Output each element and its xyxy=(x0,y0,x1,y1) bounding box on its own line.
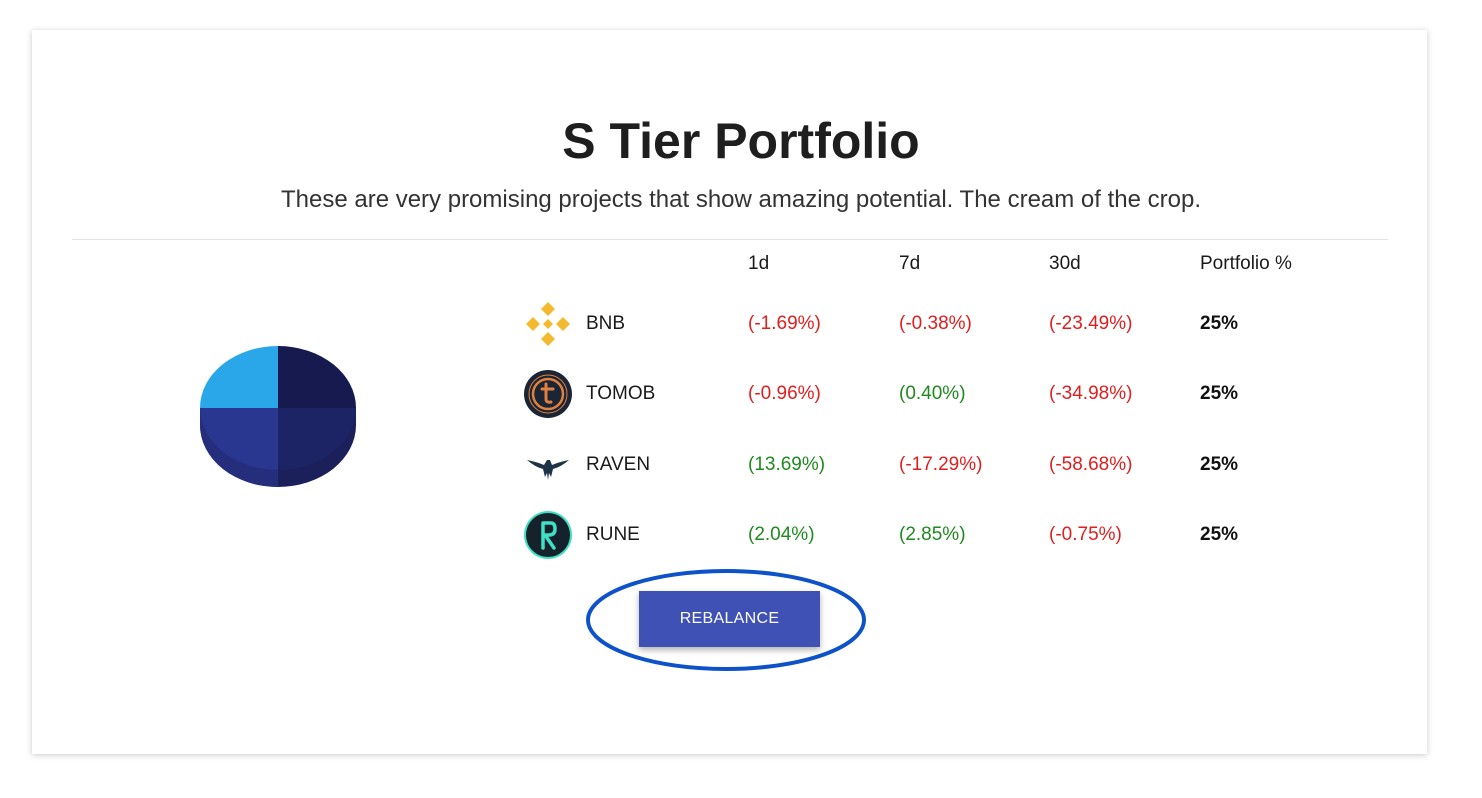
page-subtitle: These are very promising projects that s… xyxy=(280,186,1201,213)
change-30d: (-0.75%) xyxy=(1049,524,1122,545)
change-7d: (-0.38%) xyxy=(899,313,972,334)
pie-slice-bnb xyxy=(278,346,356,408)
column-header-30d: 30d xyxy=(1049,253,1081,274)
change-30d: (-23.49%) xyxy=(1049,313,1133,334)
portfolio-percent: 25% xyxy=(1200,383,1239,404)
rune-icon xyxy=(524,511,572,559)
change-1d: (-1.69%) xyxy=(748,313,821,334)
pie-slice-raven xyxy=(200,408,278,470)
change-1d: (13.69%) xyxy=(748,454,826,475)
pie-slice-tomob xyxy=(278,408,356,470)
bnb-icon xyxy=(526,302,570,346)
portfolio-percent: 25% xyxy=(1200,313,1239,334)
change-7d: (-17.29%) xyxy=(899,454,983,475)
column-header-1d: 1d xyxy=(748,253,770,274)
page-title: S Tier Portfolio xyxy=(562,113,920,169)
portfolio-percent: 25% xyxy=(1200,524,1239,545)
coin-name: RAVEN xyxy=(586,454,651,475)
coin-name: TOMOB xyxy=(586,383,656,404)
change-1d: (2.04%) xyxy=(748,524,815,545)
pie-slice-rune xyxy=(200,346,278,408)
coin-name: BNB xyxy=(586,313,626,334)
change-1d: (-0.96%) xyxy=(748,383,821,404)
raven-icon xyxy=(527,460,569,480)
divider xyxy=(72,239,1388,240)
rebalance-button[interactable]: REBALANCE xyxy=(639,591,820,647)
portfolio-percent: 25% xyxy=(1200,454,1239,475)
table-row: RAVEN (13.69%) (-17.29%) (-58.68%) 25% xyxy=(520,438,1340,494)
table-row: RUNE (2.04%) (2.85%) (-0.75%) 25% xyxy=(520,508,1340,564)
allocation-pie-chart xyxy=(200,346,356,487)
column-header-7d: 7d xyxy=(899,253,921,274)
change-30d: (-58.68%) xyxy=(1049,454,1133,475)
change-30d: (-34.98%) xyxy=(1049,383,1133,404)
change-7d: (2.85%) xyxy=(899,524,966,545)
change-7d: (0.40%) xyxy=(899,383,966,404)
tomob-icon xyxy=(524,370,572,418)
column-header-portfolio: Portfolio % xyxy=(1200,253,1292,274)
table-row: BNB (-1.69%) (-0.38%) (-23.49%) 25% xyxy=(520,297,1340,353)
table-row: TOMOB (-0.96%) (0.40%) (-34.98%) 25% xyxy=(520,367,1340,423)
coin-name: RUNE xyxy=(586,524,640,545)
